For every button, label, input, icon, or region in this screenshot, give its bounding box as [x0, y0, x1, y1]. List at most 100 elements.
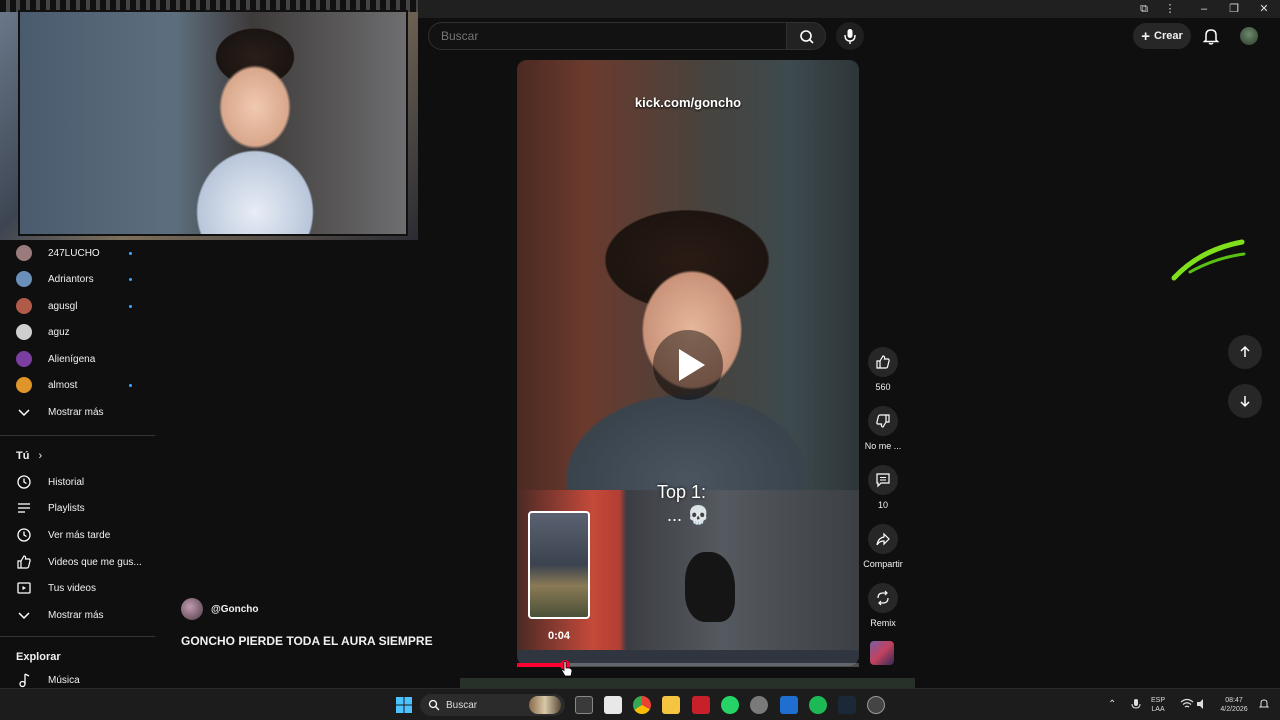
audio-source-thumbnail[interactable] [870, 641, 894, 665]
play-button[interactable] [653, 330, 723, 400]
thumbs-up-icon [17, 555, 31, 569]
language-code: ESP [1151, 697, 1166, 704]
progress-fill [517, 663, 565, 667]
voice-search-button[interactable] [836, 22, 864, 50]
account-avatar[interactable] [1240, 27, 1258, 45]
history-icon [17, 475, 31, 489]
like-button[interactable] [868, 347, 898, 377]
share-label: Compartir [863, 559, 903, 569]
media-app-icon[interactable] [692, 696, 710, 714]
close-icon[interactable]: ✕ [1256, 1, 1272, 17]
chrome-icon[interactable] [633, 696, 651, 714]
playlists-icon [18, 503, 30, 513]
comments-button[interactable] [868, 465, 898, 495]
share-icon [876, 532, 890, 546]
task-view-icon[interactable] [575, 696, 593, 714]
timecode: 0:04 [548, 630, 571, 642]
subscription-item[interactable]: Adriantors [16, 269, 146, 289]
channel-info[interactable]: @Goncho [181, 598, 259, 620]
sidebar-item-watch-later[interactable]: Ver más tarde [16, 525, 146, 545]
menu-icon[interactable]: ⋮ [1162, 1, 1178, 17]
sidebar-item-label: Tus videos [48, 582, 96, 594]
file-explorer-icon[interactable] [662, 696, 680, 714]
search-highlight-image [529, 696, 561, 714]
sidebar-item-playlists[interactable]: Playlists [16, 498, 146, 518]
store-icon[interactable] [604, 696, 622, 714]
subscription-name: aguz [48, 326, 70, 338]
subscription-item[interactable]: 247LUCHO [16, 243, 146, 263]
you-section-heading[interactable]: Tú › [16, 450, 42, 462]
clock[interactable]: 08:47 4/2/2026 [1214, 696, 1254, 714]
notifications-bell-icon[interactable] [1200, 25, 1222, 47]
divider [0, 435, 155, 436]
subscription-item[interactable]: aguz [16, 322, 146, 342]
green-brush-stroke [1171, 239, 1246, 281]
comments-action[interactable]: 10 [860, 465, 906, 510]
chevron-down-icon [18, 612, 30, 620]
next-short-button[interactable] [1228, 384, 1262, 418]
sidebar-item-your-videos[interactable]: Tus videos [16, 578, 146, 598]
hand-cursor-icon [561, 660, 573, 677]
search-button[interactable] [786, 22, 826, 50]
channel-avatar [16, 351, 32, 367]
picture-in-picture-thumbnail [528, 511, 590, 619]
windows-start-icon[interactable] [396, 697, 412, 713]
subscription-item[interactable]: almost [16, 375, 146, 395]
search-input[interactable] [429, 23, 787, 49]
show-more-you[interactable]: Mostrar más [16, 605, 146, 625]
search-box[interactable] [428, 22, 788, 50]
sidebar-item-liked-videos[interactable]: Videos que me gus... [16, 552, 146, 572]
sidebar-item-history[interactable]: Historial [16, 472, 146, 492]
plus-icon: + [1141, 27, 1150, 45]
share-action[interactable]: Compartir [860, 524, 906, 569]
video-title: GONCHO PIERDE TODA EL AURA SIEMPRE [181, 634, 433, 648]
minimize-icon[interactable]: – [1196, 1, 1212, 17]
arrow-up-icon [1240, 345, 1250, 357]
webcam-image [18, 10, 408, 236]
keyboard-language[interactable]: ESP LAA [1151, 696, 1165, 714]
dislike-button[interactable] [868, 406, 898, 436]
show-more-label: Mostrar más [48, 406, 104, 418]
overlay-url: kick.com/goncho [634, 95, 742, 110]
tray-microphone-icon[interactable] [1130, 698, 1142, 712]
channel-handle[interactable]: @Goncho [211, 604, 259, 615]
chevron-down-icon [18, 409, 30, 417]
channel-avatar[interactable] [181, 598, 203, 620]
channel-avatar [16, 271, 32, 287]
dislike-action[interactable]: No me ... [860, 406, 906, 451]
channel-avatar [16, 298, 32, 314]
restore-icon[interactable]: ❐ [1226, 1, 1242, 17]
microphone-icon [844, 29, 856, 44]
app-icon[interactable] [867, 696, 885, 714]
whatsapp-icon[interactable] [721, 696, 739, 714]
explore-heading: Explorar [16, 651, 61, 663]
language-layout: LAA [1151, 706, 1165, 713]
remix-action[interactable]: Remix [860, 583, 906, 628]
sidebar-item-music[interactable]: Música [16, 670, 146, 690]
notification-center-icon[interactable] [1258, 698, 1270, 710]
channel-avatar [16, 245, 32, 261]
subscription-item[interactable]: agusgl [16, 296, 146, 316]
share-button[interactable] [868, 524, 898, 554]
steam-icon[interactable] [838, 696, 856, 714]
taskbar-search[interactable]: Buscar [420, 694, 565, 716]
previous-short-button[interactable] [1228, 335, 1262, 369]
like-count: 560 [875, 382, 891, 392]
show-more-subscriptions[interactable]: Mostrar más [16, 402, 146, 422]
like-action[interactable]: 560 [860, 347, 906, 392]
subscription-item[interactable]: Alienígena [16, 349, 146, 369]
extensions-icon[interactable]: ⧉ [1136, 1, 1152, 17]
volume-icon[interactable] [1196, 698, 1208, 710]
wifi-icon[interactable] [1180, 698, 1194, 710]
remix-button[interactable] [868, 583, 898, 613]
settings-icon[interactable] [750, 696, 768, 714]
create-button[interactable]: + Crear [1133, 23, 1191, 49]
new-content-dot [129, 277, 132, 281]
sidebar: 247LUCHO Adriantors agusgl aguz Alieníge… [0, 240, 155, 692]
edit-app-icon[interactable] [780, 696, 798, 714]
rooster-silhouette [685, 552, 735, 622]
tray-chevron-up-icon[interactable]: ⌃ [1108, 696, 1120, 714]
dislike-label: No me ... [864, 441, 902, 451]
spotify-icon[interactable] [809, 696, 827, 714]
short-video-player[interactable]: kick.com/goncho Top 1: ... 💀 0:04 [517, 60, 859, 666]
